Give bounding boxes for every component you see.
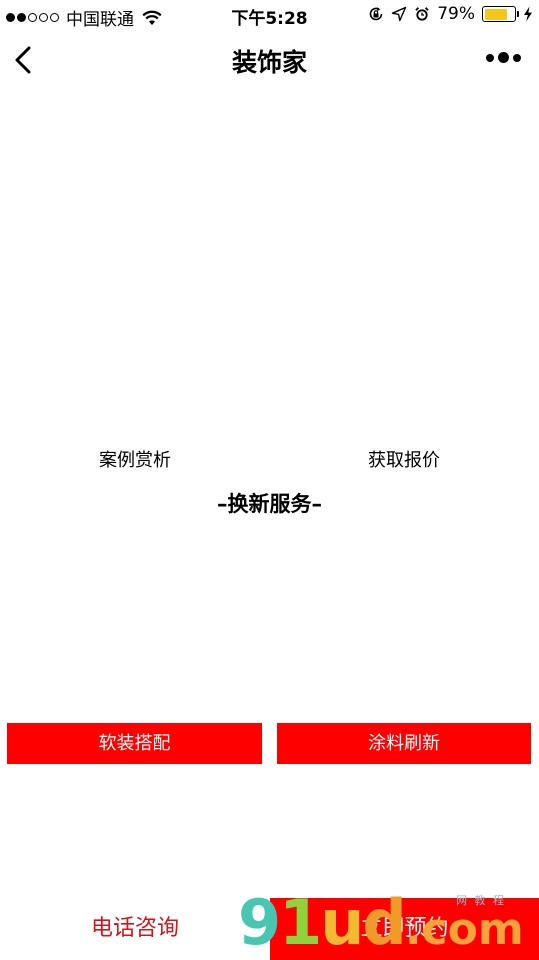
case-gallery-link[interactable]: 案例赏析	[55, 446, 215, 472]
bottom-bar: 电话咨询 立即预约	[0, 898, 539, 960]
section-title: –换新服务–	[217, 492, 322, 516]
paint-refresh-button[interactable]: 涂料刷新	[277, 723, 531, 764]
location-arrow-icon	[392, 6, 407, 22]
soft-furnishing-button[interactable]: 软装搭配	[7, 723, 262, 764]
phone-consult-button[interactable]: 电话咨询	[0, 898, 270, 960]
rotation-lock-icon	[369, 7, 383, 21]
alarm-icon	[415, 7, 429, 21]
charging-bolt-icon	[524, 6, 532, 22]
get-quote-link[interactable]: 获取报价	[324, 446, 484, 472]
status-bar: 中国联通 下午5:28 79%	[0, 0, 539, 32]
page-title: 装饰家	[231, 48, 307, 77]
battery-level	[484, 8, 507, 20]
battery-icon	[482, 6, 519, 22]
battery-percent: 79%	[437, 4, 475, 24]
more-dots-icon[interactable]	[486, 52, 521, 63]
nav-bar: 装饰家	[0, 32, 539, 88]
status-right: 79%	[368, 4, 533, 24]
book-now-button[interactable]: 立即预约	[270, 898, 539, 960]
